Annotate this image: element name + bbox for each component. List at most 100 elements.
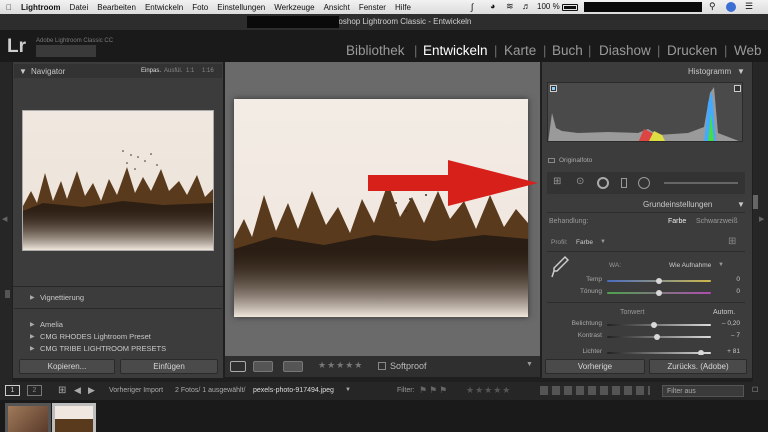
- left-panel-toggle-icon[interactable]: ◀: [2, 215, 7, 223]
- battery-icon[interactable]: [562, 4, 578, 11]
- grid-icon[interactable]: ⊞: [58, 385, 66, 396]
- menu-ansicht[interactable]: Ansicht: [324, 3, 350, 12]
- treatment-bw-button[interactable]: Schwarzweiß: [696, 218, 738, 225]
- filter-colors-icon[interactable]: [540, 386, 650, 395]
- filter-dropdown[interactable]: Filter aus: [662, 385, 744, 397]
- module-drucken[interactable]: Drucken: [667, 43, 717, 58]
- left-scrollbar[interactable]: [5, 290, 10, 298]
- histogram-chart[interactable]: [547, 82, 743, 142]
- highlights-slider[interactable]: [607, 350, 711, 355]
- notification-icon[interactable]: ☰: [745, 1, 753, 12]
- file-dropdown-icon[interactable]: ▼: [345, 387, 351, 393]
- source-label[interactable]: Vorheriger Import: [109, 387, 163, 394]
- crop-tool-icon[interactable]: ⊞: [553, 176, 561, 187]
- toolbar-menu-icon[interactable]: ▼: [526, 361, 533, 368]
- navigator-preview[interactable]: [22, 110, 214, 251]
- right-scrollbar[interactable]: [753, 195, 758, 209]
- highlights-value[interactable]: + 81: [720, 348, 740, 355]
- module-web[interactable]: Web: [734, 43, 762, 58]
- amelia-expand-icon[interactable]: ▶: [30, 321, 35, 328]
- search-icon[interactable]: ⚲: [709, 1, 716, 12]
- preset-folder-vignette[interactable]: Vignettierung: [40, 293, 84, 302]
- exposure-slider[interactable]: [607, 322, 711, 328]
- filmstrip-thumb-2[interactable]: [52, 403, 96, 432]
- auto-tone-button[interactable]: Autom.: [713, 309, 735, 316]
- exposure-slider-knob[interactable]: [650, 322, 657, 328]
- menu-foto[interactable]: Foto: [192, 3, 208, 12]
- exposure-value[interactable]: – 0,20: [720, 320, 740, 327]
- treatment-color-button[interactable]: Farbe: [668, 218, 686, 225]
- basic-collapse-icon[interactable]: ▼: [737, 200, 745, 209]
- tribe-expand-icon[interactable]: ▶: [30, 345, 35, 352]
- softproof-checkbox[interactable]: [378, 362, 386, 370]
- menu-einstellungen[interactable]: Einstellungen: [217, 3, 265, 12]
- copy-settings-button[interactable]: Kopieren...: [19, 359, 115, 374]
- profile-browser-icon[interactable]: ⊞: [728, 236, 736, 247]
- menu-fenster[interactable]: Fenster: [359, 3, 386, 12]
- module-diashow[interactable]: Diashow: [599, 43, 651, 58]
- menu-app[interactable]: Lightroom: [21, 3, 61, 12]
- before-after-split-icon[interactable]: [283, 361, 303, 372]
- before-after-lr-icon[interactable]: [253, 361, 273, 372]
- preset-folder-tribe[interactable]: CMG TRIBE LIGHTROOM PRESETS: [40, 344, 166, 353]
- headphones-icon[interactable]: ◕: [490, 1, 495, 11]
- vignette-expand-icon[interactable]: ▶: [30, 294, 35, 301]
- zoom-1-1[interactable]: 1:1: [186, 68, 194, 74]
- back-icon[interactable]: ◀: [74, 385, 81, 396]
- bluetooth-icon[interactable]: ∫: [471, 2, 473, 12]
- temp-slider[interactable]: [607, 278, 711, 284]
- zoom-fit[interactable]: Einpas.: [141, 68, 161, 74]
- zoom-1-16[interactable]: 1:16: [202, 68, 214, 74]
- main-photo[interactable]: [234, 99, 528, 317]
- highlight-clipping-icon[interactable]: [734, 85, 741, 92]
- red-eye-tool-icon[interactable]: [597, 177, 609, 189]
- menu-werkzeuge[interactable]: Werkzeuge: [274, 3, 314, 12]
- filter-lock-icon[interactable]: ☐: [752, 386, 758, 394]
- siri-icon[interactable]: [726, 2, 736, 12]
- right-panel-toggle-icon[interactable]: ▶: [759, 215, 764, 223]
- filmstrip-thumb-1[interactable]: [5, 403, 51, 432]
- reset-button[interactable]: Zurücks. (Adobe): [649, 359, 747, 374]
- selected-file-name[interactable]: pexels-photo-917494.jpeg: [253, 387, 334, 394]
- menu-hilfe[interactable]: Hilfe: [395, 3, 411, 12]
- loupe-view-icon[interactable]: [230, 361, 246, 372]
- shadow-clipping-icon[interactable]: [550, 85, 557, 92]
- contrast-value[interactable]: – 7: [720, 332, 740, 339]
- menu-datei[interactable]: Datei: [70, 3, 89, 12]
- wb-dropdown-icon[interactable]: ▼: [718, 262, 724, 268]
- wb-dropdown[interactable]: Wie Aufnahme: [669, 262, 711, 269]
- zoom-fill[interactable]: Ausfül.: [164, 68, 182, 74]
- profile-dropdown[interactable]: Farbe: [576, 239, 593, 246]
- preset-folder-rhodes[interactable]: CMG RHODES Lightroom Preset: [40, 332, 151, 341]
- tint-slider[interactable]: [607, 290, 711, 296]
- tint-value[interactable]: 0: [720, 288, 740, 295]
- highlights-slider-knob[interactable]: [697, 350, 704, 355]
- primary-window-button[interactable]: 1: [5, 385, 20, 396]
- spot-removal-icon[interactable]: ⊙: [576, 176, 584, 187]
- histogram-collapse-icon[interactable]: ▼: [737, 67, 745, 76]
- previous-button[interactable]: Vorherige: [545, 359, 645, 374]
- temp-slider-knob[interactable]: [656, 278, 662, 284]
- secondary-window-button[interactable]: 2: [27, 385, 42, 396]
- module-buch[interactable]: Buch: [552, 43, 583, 58]
- rhodes-expand-icon[interactable]: ▶: [30, 333, 35, 340]
- rating-stars-icon[interactable]: ★★★★★: [318, 360, 363, 371]
- preset-folder-amelia[interactable]: Amelia: [40, 320, 63, 329]
- paste-settings-button[interactable]: Einfügen: [120, 359, 218, 374]
- module-karte[interactable]: Karte: [504, 43, 536, 58]
- apple-icon[interactable]: : [6, 3, 12, 12]
- module-bibliothek[interactable]: Bibliothek: [346, 43, 405, 58]
- navigator-collapse-icon[interactable]: ▼: [19, 67, 27, 76]
- tint-slider-knob[interactable]: [656, 290, 662, 296]
- menu-entwickeln[interactable]: Entwickeln: [145, 3, 183, 12]
- menu-bearbeiten[interactable]: Bearbeiten: [97, 3, 136, 12]
- contrast-slider[interactable]: [607, 334, 711, 340]
- forward-icon[interactable]: ▶: [88, 385, 95, 396]
- contrast-slider-knob[interactable]: [653, 334, 660, 340]
- module-entwickeln[interactable]: Entwickeln: [423, 43, 488, 58]
- wifi-icon[interactable]: ≋: [506, 1, 514, 12]
- brush-slider[interactable]: [664, 182, 738, 184]
- filter-stars-icon[interactable]: ★★★★★: [466, 385, 511, 396]
- filter-flags-icon[interactable]: ⚑⚑⚑: [419, 385, 449, 396]
- profile-dropdown-icon[interactable]: ▼: [600, 239, 606, 245]
